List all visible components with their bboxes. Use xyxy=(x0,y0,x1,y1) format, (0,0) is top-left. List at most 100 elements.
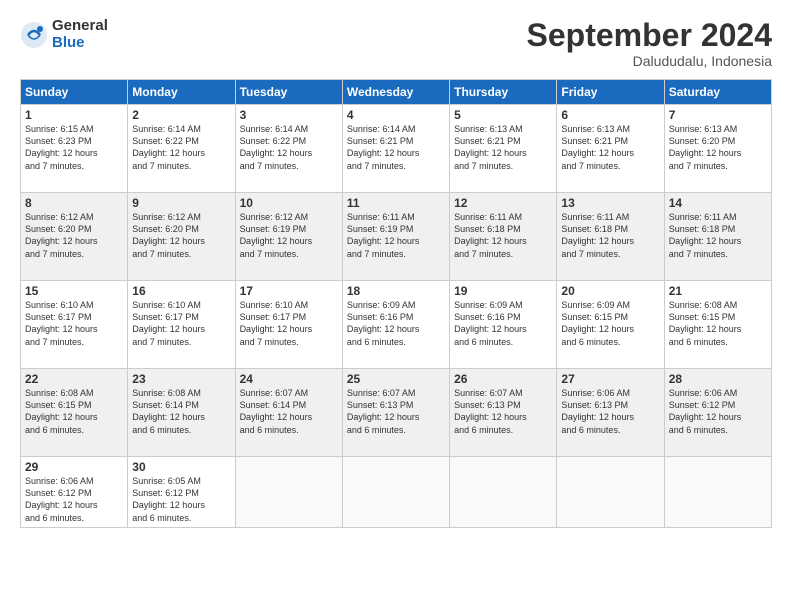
table-row: 28Sunrise: 6:06 AM Sunset: 6:12 PM Dayli… xyxy=(664,369,771,457)
day-number: 18 xyxy=(347,284,445,298)
table-row: 25Sunrise: 6:07 AM Sunset: 6:13 PM Dayli… xyxy=(342,369,449,457)
logo-general: General xyxy=(52,18,108,35)
day-number: 2 xyxy=(132,108,230,122)
day-info: Sunrise: 6:08 AM Sunset: 6:15 PM Dayligh… xyxy=(669,299,767,348)
day-number: 26 xyxy=(454,372,552,386)
col-friday: Friday xyxy=(557,80,664,105)
day-number: 3 xyxy=(240,108,338,122)
day-number: 17 xyxy=(240,284,338,298)
day-info: Sunrise: 6:12 AM Sunset: 6:20 PM Dayligh… xyxy=(132,211,230,260)
location: Dalududalu, Indonesia xyxy=(527,53,772,69)
day-info: Sunrise: 6:11 AM Sunset: 6:18 PM Dayligh… xyxy=(669,211,767,260)
table-row: 12Sunrise: 6:11 AM Sunset: 6:18 PM Dayli… xyxy=(450,193,557,281)
table-row: 15Sunrise: 6:10 AM Sunset: 6:17 PM Dayli… xyxy=(21,281,128,369)
title-area: September 2024 Dalududalu, Indonesia xyxy=(527,18,772,69)
day-info: Sunrise: 6:09 AM Sunset: 6:15 PM Dayligh… xyxy=(561,299,659,348)
table-row: 10Sunrise: 6:12 AM Sunset: 6:19 PM Dayli… xyxy=(235,193,342,281)
logo: General Blue xyxy=(20,18,108,51)
day-info: Sunrise: 6:09 AM Sunset: 6:16 PM Dayligh… xyxy=(454,299,552,348)
table-row: 7Sunrise: 6:13 AM Sunset: 6:20 PM Daylig… xyxy=(664,105,771,193)
col-thursday: Thursday xyxy=(450,80,557,105)
table-row: 17Sunrise: 6:10 AM Sunset: 6:17 PM Dayli… xyxy=(235,281,342,369)
day-number: 7 xyxy=(669,108,767,122)
day-number: 9 xyxy=(132,196,230,210)
day-info: Sunrise: 6:11 AM Sunset: 6:18 PM Dayligh… xyxy=(454,211,552,260)
day-number: 8 xyxy=(25,196,123,210)
calendar-week-5: 29Sunrise: 6:06 AM Sunset: 6:12 PM Dayli… xyxy=(21,457,772,528)
day-info: Sunrise: 6:05 AM Sunset: 6:12 PM Dayligh… xyxy=(132,475,230,524)
header-row: Sunday Monday Tuesday Wednesday Thursday… xyxy=(21,80,772,105)
table-row xyxy=(235,457,342,528)
day-info: Sunrise: 6:08 AM Sunset: 6:14 PM Dayligh… xyxy=(132,387,230,436)
table-row: 30Sunrise: 6:05 AM Sunset: 6:12 PM Dayli… xyxy=(128,457,235,528)
table-row: 22Sunrise: 6:08 AM Sunset: 6:15 PM Dayli… xyxy=(21,369,128,457)
day-info: Sunrise: 6:11 AM Sunset: 6:19 PM Dayligh… xyxy=(347,211,445,260)
calendar-table: Sunday Monday Tuesday Wednesday Thursday… xyxy=(20,79,772,528)
col-wednesday: Wednesday xyxy=(342,80,449,105)
table-row: 21Sunrise: 6:08 AM Sunset: 6:15 PM Dayli… xyxy=(664,281,771,369)
day-info: Sunrise: 6:09 AM Sunset: 6:16 PM Dayligh… xyxy=(347,299,445,348)
day-info: Sunrise: 6:14 AM Sunset: 6:22 PM Dayligh… xyxy=(240,123,338,172)
table-row: 26Sunrise: 6:07 AM Sunset: 6:13 PM Dayli… xyxy=(450,369,557,457)
table-row: 6Sunrise: 6:13 AM Sunset: 6:21 PM Daylig… xyxy=(557,105,664,193)
day-number: 30 xyxy=(132,460,230,474)
table-row: 9Sunrise: 6:12 AM Sunset: 6:20 PM Daylig… xyxy=(128,193,235,281)
day-number: 27 xyxy=(561,372,659,386)
table-row: 3Sunrise: 6:14 AM Sunset: 6:22 PM Daylig… xyxy=(235,105,342,193)
day-number: 4 xyxy=(347,108,445,122)
table-row: 8Sunrise: 6:12 AM Sunset: 6:20 PM Daylig… xyxy=(21,193,128,281)
table-row: 11Sunrise: 6:11 AM Sunset: 6:19 PM Dayli… xyxy=(342,193,449,281)
day-info: Sunrise: 6:12 AM Sunset: 6:20 PM Dayligh… xyxy=(25,211,123,260)
month-title: September 2024 xyxy=(527,18,772,53)
day-info: Sunrise: 6:11 AM Sunset: 6:18 PM Dayligh… xyxy=(561,211,659,260)
logo-blue: Blue xyxy=(52,35,108,52)
table-row: 4Sunrise: 6:14 AM Sunset: 6:21 PM Daylig… xyxy=(342,105,449,193)
table-row: 1Sunrise: 6:15 AM Sunset: 6:23 PM Daylig… xyxy=(21,105,128,193)
day-number: 15 xyxy=(25,284,123,298)
table-row: 29Sunrise: 6:06 AM Sunset: 6:12 PM Dayli… xyxy=(21,457,128,528)
day-info: Sunrise: 6:13 AM Sunset: 6:21 PM Dayligh… xyxy=(454,123,552,172)
day-info: Sunrise: 6:08 AM Sunset: 6:15 PM Dayligh… xyxy=(25,387,123,436)
day-number: 16 xyxy=(132,284,230,298)
table-row: 27Sunrise: 6:06 AM Sunset: 6:13 PM Dayli… xyxy=(557,369,664,457)
day-number: 22 xyxy=(25,372,123,386)
col-tuesday: Tuesday xyxy=(235,80,342,105)
day-info: Sunrise: 6:06 AM Sunset: 6:12 PM Dayligh… xyxy=(25,475,123,524)
day-number: 14 xyxy=(669,196,767,210)
day-number: 13 xyxy=(561,196,659,210)
day-info: Sunrise: 6:07 AM Sunset: 6:14 PM Dayligh… xyxy=(240,387,338,436)
day-number: 11 xyxy=(347,196,445,210)
day-info: Sunrise: 6:06 AM Sunset: 6:12 PM Dayligh… xyxy=(669,387,767,436)
day-info: Sunrise: 6:15 AM Sunset: 6:23 PM Dayligh… xyxy=(25,123,123,172)
day-number: 10 xyxy=(240,196,338,210)
day-number: 24 xyxy=(240,372,338,386)
table-row: 16Sunrise: 6:10 AM Sunset: 6:17 PM Dayli… xyxy=(128,281,235,369)
day-number: 5 xyxy=(454,108,552,122)
day-info: Sunrise: 6:13 AM Sunset: 6:21 PM Dayligh… xyxy=(561,123,659,172)
day-number: 6 xyxy=(561,108,659,122)
day-number: 23 xyxy=(132,372,230,386)
table-row: 23Sunrise: 6:08 AM Sunset: 6:14 PM Dayli… xyxy=(128,369,235,457)
col-sunday: Sunday xyxy=(21,80,128,105)
logo-text: General Blue xyxy=(52,18,108,51)
day-number: 28 xyxy=(669,372,767,386)
day-info: Sunrise: 6:07 AM Sunset: 6:13 PM Dayligh… xyxy=(347,387,445,436)
day-number: 25 xyxy=(347,372,445,386)
table-row: 14Sunrise: 6:11 AM Sunset: 6:18 PM Dayli… xyxy=(664,193,771,281)
day-info: Sunrise: 6:10 AM Sunset: 6:17 PM Dayligh… xyxy=(240,299,338,348)
col-saturday: Saturday xyxy=(664,80,771,105)
day-info: Sunrise: 6:10 AM Sunset: 6:17 PM Dayligh… xyxy=(25,299,123,348)
day-info: Sunrise: 6:07 AM Sunset: 6:13 PM Dayligh… xyxy=(454,387,552,436)
day-number: 21 xyxy=(669,284,767,298)
table-row: 5Sunrise: 6:13 AM Sunset: 6:21 PM Daylig… xyxy=(450,105,557,193)
logo-icon xyxy=(20,21,48,49)
table-row: 2Sunrise: 6:14 AM Sunset: 6:22 PM Daylig… xyxy=(128,105,235,193)
table-row: 18Sunrise: 6:09 AM Sunset: 6:16 PM Dayli… xyxy=(342,281,449,369)
day-info: Sunrise: 6:14 AM Sunset: 6:22 PM Dayligh… xyxy=(132,123,230,172)
table-row xyxy=(342,457,449,528)
page-header: General Blue September 2024 Dalududalu, … xyxy=(20,18,772,69)
day-info: Sunrise: 6:12 AM Sunset: 6:19 PM Dayligh… xyxy=(240,211,338,260)
day-number: 19 xyxy=(454,284,552,298)
day-number: 1 xyxy=(25,108,123,122)
day-number: 20 xyxy=(561,284,659,298)
